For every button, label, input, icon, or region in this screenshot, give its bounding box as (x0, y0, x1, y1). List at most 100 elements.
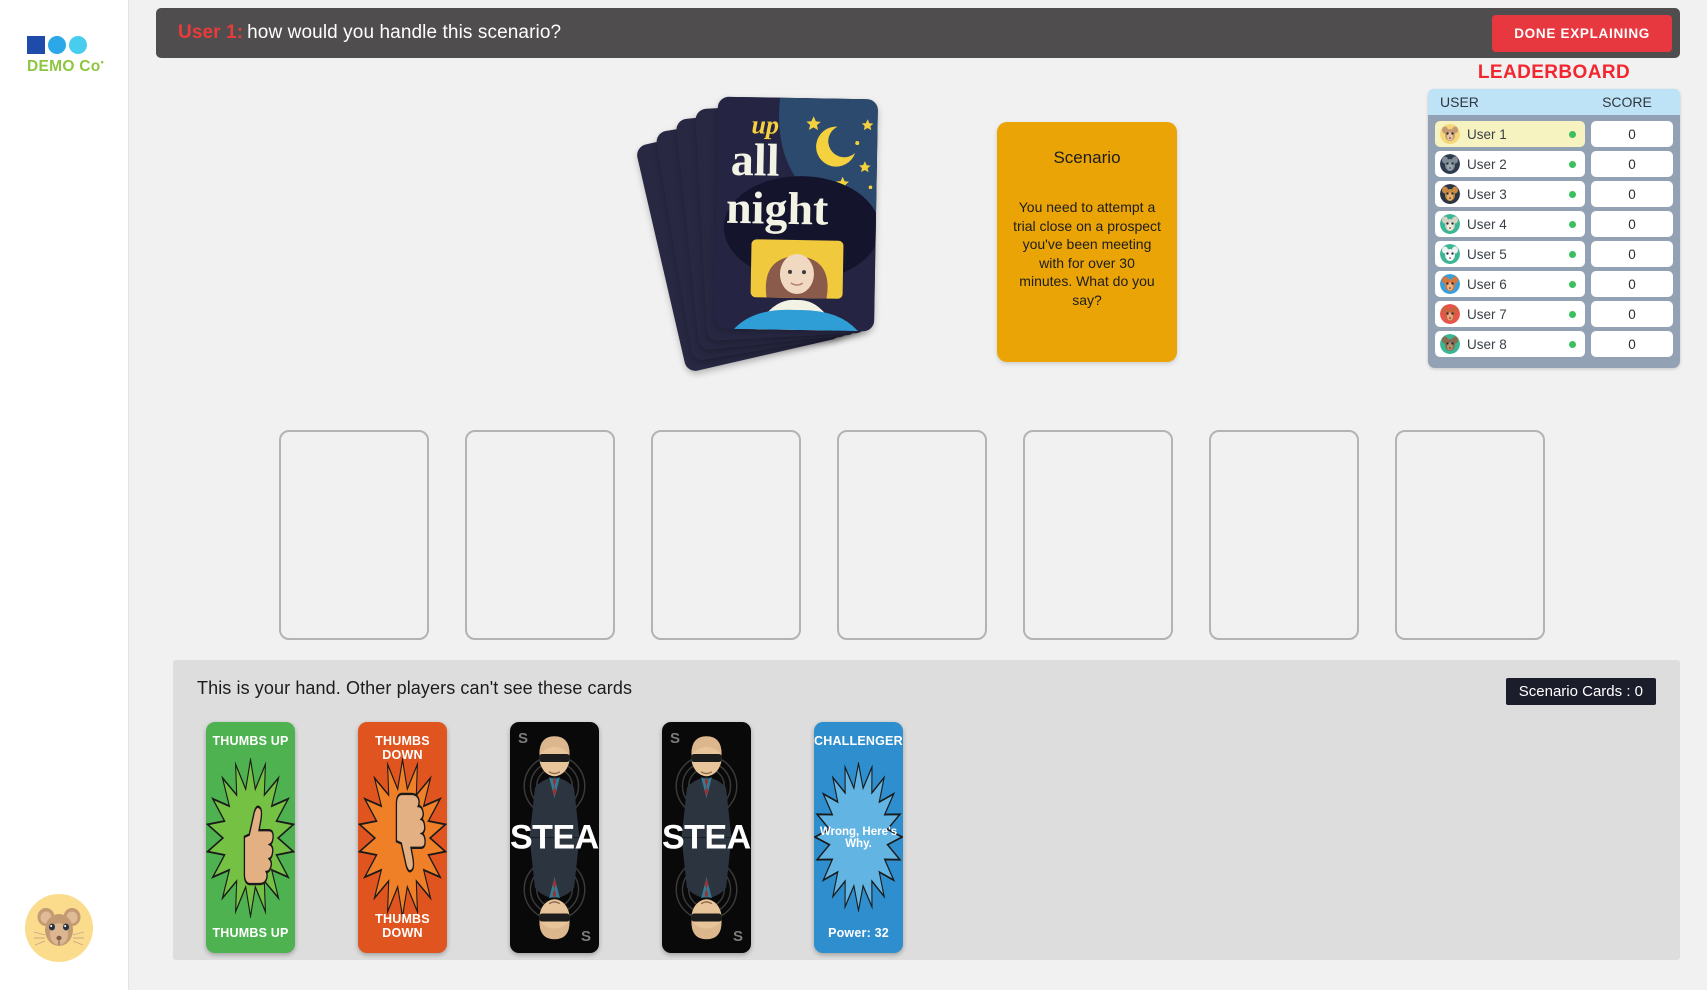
hand-card-thumbs-up[interactable]: THUMBS UP THUMBS UP (206, 722, 295, 953)
hand-cards: THUMBS UP THUMBS UP THUMBS DOWN THUMBS DOWN… (197, 722, 1656, 953)
logo-square-icon (27, 36, 45, 54)
hand-panel: This is your hand. Other players can't s… (173, 660, 1680, 960)
online-status-icon (1569, 160, 1576, 168)
leaderboard-user-name: User 3 (1467, 186, 1507, 202)
leaderboard-user-cell: User 5 (1435, 241, 1585, 267)
hand-card-steal[interactable]: S S STEAL (662, 722, 751, 953)
play-slot[interactable] (465, 430, 615, 640)
dalmatian-avatar-icon (1440, 244, 1460, 264)
hand-card-top-label: S (518, 730, 529, 747)
leaderboard-title: LEADERBOARD (1477, 62, 1631, 83)
steal-word: STEAL (662, 818, 751, 856)
antelope-avatar-icon (1440, 304, 1460, 324)
thumbs-down-icon (372, 784, 433, 894)
leaderboard-score-cell: 0 (1591, 121, 1673, 147)
leaderboard-score-cell: 0 (1591, 331, 1673, 357)
announcement-text: User 1: how would you handle this scenari… (178, 22, 561, 44)
leaderboard-score-cell: 0 (1591, 151, 1673, 177)
steal-word: STEAL (510, 818, 599, 856)
scenario-body: You need to attempt a trial close on a p… (1013, 199, 1161, 309)
announcement-speaker: User 1: (178, 22, 244, 43)
online-status-icon (1569, 250, 1576, 258)
leaderboard-score-cell: 0 (1591, 211, 1673, 237)
leaderboard-score-cell: 0 (1591, 301, 1673, 327)
online-status-icon (1569, 130, 1576, 138)
online-status-icon (1569, 220, 1576, 228)
leaderboard: LEADERBOARD USER SCORE User 1 0 User 2 0 Use… (1428, 62, 1680, 368)
leaderboard-row: User 4 0 (1435, 211, 1673, 237)
brand-name: DEMO Co (27, 58, 101, 76)
hand-card-challenger[interactable]: CHALLENGER! Wrong, Here's Why. Power: 32 (814, 722, 903, 953)
scenario-cards-badge: Scenario Cards : 0 (1505, 678, 1656, 705)
play-slot[interactable] (1395, 430, 1545, 640)
scenario-card[interactable]: Scenario You need to attempt a trial clo… (997, 122, 1177, 362)
play-slot[interactable] (279, 430, 429, 640)
logo-circle-2-icon (69, 36, 87, 54)
leaderboard-user-cell: User 7 (1435, 301, 1585, 327)
leaderboard-row: User 7 0 (1435, 301, 1673, 327)
leaderboard-row: User 3 0 (1435, 181, 1673, 207)
online-status-icon (1569, 190, 1576, 198)
leaderboard-user-name: User 1 (1467, 126, 1507, 142)
leaderboard-user-name: User 6 (1467, 276, 1507, 292)
hand-card-thumbs-down[interactable]: THUMBS DOWN THUMBS DOWN (358, 722, 447, 953)
scenario-deck[interactable]: up all night (634, 96, 909, 378)
leaderboard-score-cell: 0 (1591, 241, 1673, 267)
hand-card-top-label: CHALLENGER! (814, 734, 903, 748)
play-slots (279, 430, 1545, 640)
play-slot[interactable] (651, 430, 801, 640)
leaderboard-box: USER SCORE User 1 0 User 2 0 User 3 0 User 40U… (1428, 89, 1680, 368)
leaderboard-user-name: User 4 (1467, 216, 1507, 232)
leaderboard-row: User 6 0 (1435, 271, 1673, 297)
deer-avatar-icon (1440, 334, 1460, 354)
online-status-icon (1569, 280, 1576, 288)
thumbs-up-icon (220, 784, 281, 894)
play-slot[interactable] (1023, 430, 1173, 640)
leaderboard-row: User 1 0 (1435, 121, 1673, 147)
mouse-avatar-icon (1440, 124, 1460, 144)
announcement-message: how would you handle this scenario? (247, 22, 562, 43)
deck-card-top[interactable]: up all night (713, 96, 879, 332)
fox-avatar-icon (1440, 274, 1460, 294)
leaderboard-col-score: SCORE (1602, 94, 1652, 110)
logo-shapes (27, 36, 104, 54)
svg-text:night: night (726, 182, 830, 235)
play-slot[interactable] (1209, 430, 1359, 640)
leaderboard-user-cell: User 4 (1435, 211, 1585, 237)
leaderboard-score-cell: 0 (1591, 271, 1673, 297)
main-area: User 1: how would you handle this scenari… (129, 0, 1707, 990)
leaderboard-user-cell: User 6 (1435, 271, 1585, 297)
cheetah-avatar-icon (1440, 184, 1460, 204)
leaderboard-row: User 8 0 (1435, 331, 1673, 357)
play-slot[interactable] (837, 430, 987, 640)
leaderboard-user-name: User 8 (1467, 336, 1507, 352)
up-all-night-card-art: up all night (713, 96, 879, 332)
leaderboard-rows: User 1 0 User 2 0 User 3 0 User 4 0 User 5 0 User … (1435, 121, 1673, 357)
brand-logo[interactable]: DEMO Co• (27, 36, 104, 76)
announcement-bar: User 1: how would you handle this scenari… (156, 8, 1680, 58)
leopard-avatar-icon (1440, 214, 1460, 234)
hand-label: This is your hand. Other players can't s… (197, 678, 633, 698)
challenger-middle-label: Wrong, Here's Why. (819, 825, 898, 850)
brand-superscript: • (100, 57, 105, 67)
svg-text:all: all (730, 134, 779, 186)
hand-card-bottom-label: THUMBS UP (212, 926, 289, 940)
leaderboard-user-name: User 7 (1467, 306, 1507, 322)
hand-card-steal[interactable]: S S STEAL (510, 722, 599, 953)
mouse-avatar-icon (33, 908, 85, 946)
logo-circle-1-icon (48, 36, 66, 54)
hand-card-bottom-label: S (732, 928, 743, 945)
hand-header: This is your hand. Other players can't s… (197, 678, 1656, 705)
logo-text: DEMO Co• (27, 57, 104, 76)
scenario-title: Scenario (1053, 148, 1121, 167)
hand-card-top-label: THUMBS UP (212, 734, 289, 748)
leaderboard-row: User 2 0 (1435, 151, 1673, 177)
avatar[interactable] (25, 894, 93, 962)
hand-card-bottom-label: Power: 32 (828, 926, 889, 940)
leaderboard-user-name: User 5 (1467, 246, 1507, 262)
leaderboard-col-user: USER (1440, 94, 1479, 110)
online-status-icon (1569, 310, 1576, 318)
done-explaining-button[interactable]: DONE EXPLAINING (1492, 14, 1672, 52)
leaderboard-user-name: User 2 (1467, 156, 1507, 172)
leaderboard-user-cell: User 3 (1435, 181, 1585, 207)
